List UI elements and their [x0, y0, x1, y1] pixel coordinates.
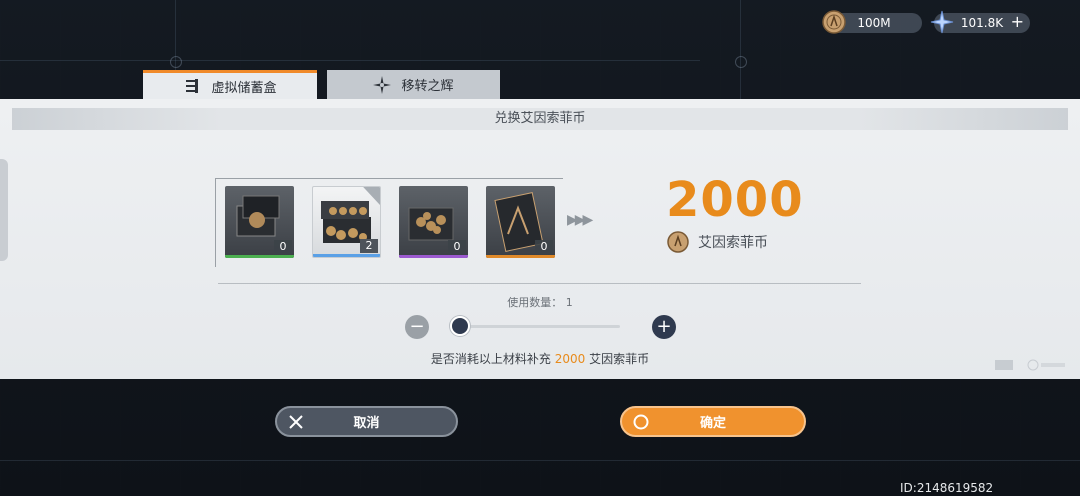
item-count: 0: [274, 240, 292, 254]
panel-title: 兑换艾因索菲币: [12, 108, 1068, 130]
divider: [218, 283, 861, 284]
close-icon: [287, 413, 305, 431]
list-icon: [183, 77, 201, 95]
item-count: 0: [535, 240, 553, 254]
circle-icon: [632, 413, 650, 431]
minus-icon: −: [409, 316, 425, 337]
rarity-bar: [225, 255, 294, 258]
savings-box-item-1[interactable]: 0: [225, 186, 294, 258]
result-amount: 2000: [666, 172, 804, 228]
item-count: 0: [448, 240, 466, 254]
confirm-suffix: 艾因索菲币: [585, 352, 650, 366]
item-count: 2: [360, 239, 378, 253]
add-crystal-button[interactable]: +: [1011, 12, 1024, 31]
tab-label: 虚拟储蓄盒: [211, 80, 277, 96]
confirm-button[interactable]: 确定: [620, 406, 806, 437]
result-currency: 艾因索菲币: [666, 231, 768, 253]
confirm-prefix: 是否消耗以上材料补充: [430, 352, 555, 366]
cancel-button[interactable]: 取消: [275, 406, 458, 437]
cancel-label: 取消: [353, 416, 380, 431]
coin-icon: [822, 10, 846, 34]
increase-button[interactable]: +: [652, 315, 676, 339]
rarity-bar: [313, 254, 380, 257]
result-currency-label: 艾因索菲币: [698, 235, 768, 251]
rarity-bar: [486, 255, 555, 258]
savings-box-item-4[interactable]: 0: [486, 186, 555, 258]
tab-virtual-savings-box[interactable]: 虚拟储蓄盒: [143, 70, 317, 99]
side-handle[interactable]: [0, 159, 8, 261]
confirm-amount: 2000: [554, 352, 586, 366]
savings-box-item-3[interactable]: 0: [399, 186, 468, 258]
coin-currency: 100M: [822, 10, 922, 34]
publisher-logo: [995, 358, 1067, 374]
tab-transfer-glow[interactable]: 移转之辉: [327, 70, 500, 99]
confirm-message: 是否消耗以上材料补充 2000 艾因索菲币: [0, 350, 1080, 367]
rarity-bar: [399, 255, 468, 258]
conversion-arrows-icon: ▶▶▶: [567, 212, 593, 228]
star-icon: [373, 75, 392, 94]
quantity-slider-track[interactable]: [460, 325, 620, 328]
coin-icon: [667, 231, 689, 253]
savings-box-item-2[interactable]: 2: [312, 186, 381, 258]
quantity-label: 使用数量： 1: [507, 296, 573, 309]
quantity-slider-handle[interactable]: [450, 316, 470, 336]
crystal-currency[interactable]: 101.8K +: [930, 10, 1030, 34]
tab-label: 移转之辉: [401, 79, 454, 94]
user-id: ID:2148619582: [900, 481, 994, 495]
confirm-label: 确定: [699, 416, 726, 431]
decrease-button[interactable]: −: [405, 315, 429, 339]
plus-icon: +: [656, 316, 672, 337]
crystal-icon: [930, 10, 954, 34]
